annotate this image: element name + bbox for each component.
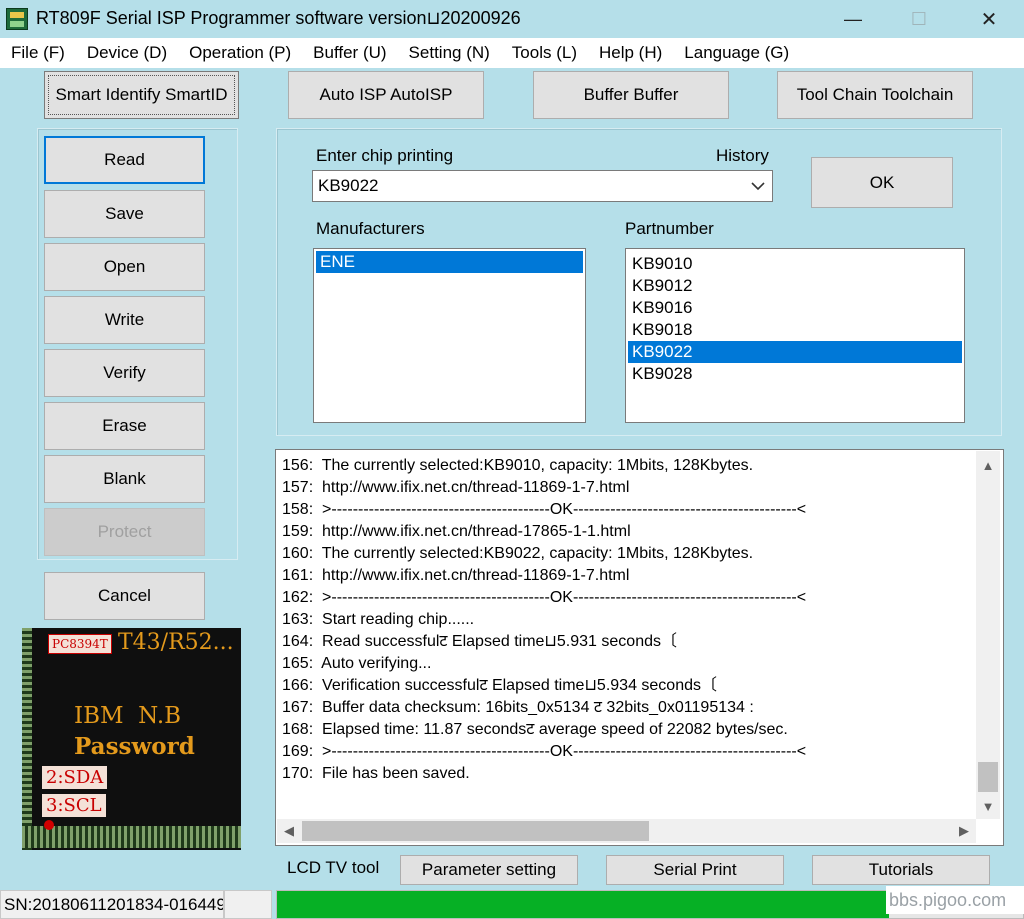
log-line: 165: Auto verifying... <box>282 655 432 672</box>
manufacturers-listbox[interactable]: ENE <box>313 248 586 423</box>
menu-device[interactable]: Device (D) <box>76 38 178 68</box>
minimize-button[interactable]: — <box>830 0 876 38</box>
log-line: 160: The currently selected:KB9022, capa… <box>282 545 754 562</box>
horizontal-scroll-thumb[interactable] <box>302 821 649 841</box>
smart-identify-button[interactable]: Smart Identify SmartID <box>44 71 239 119</box>
menu-help[interactable]: Help (H) <box>588 38 673 68</box>
menu-language[interactable]: Language (G) <box>673 38 800 68</box>
log-line: 156: The currently selected:KB9010, capa… <box>282 457 754 474</box>
save-button[interactable]: Save <box>44 190 205 238</box>
buffer-button[interactable]: Buffer Buffer <box>533 71 729 119</box>
open-button[interactable]: Open <box>44 243 205 291</box>
partnumber-item-selected[interactable]: KB9022 <box>628 341 962 363</box>
menu-bar: File (F) Device (D) Operation (P) Buffer… <box>0 38 1024 68</box>
scroll-right-icon[interactable]: ▶ <box>952 819 976 843</box>
chip-label-line2: Password <box>74 733 195 760</box>
chevron-down-icon[interactable] <box>750 178 766 194</box>
auto-isp-button[interactable]: Auto ISP AutoISP <box>288 71 484 119</box>
log-line: 168: Elapsed time: 11.87 secondsट averag… <box>282 721 788 738</box>
blank-button[interactable]: Blank <box>44 455 205 503</box>
tutorials-button[interactable]: Tutorials <box>812 855 990 885</box>
manufacturers-label: Manufacturers <box>316 219 425 238</box>
partnumber-item[interactable]: KB9010 <box>628 253 962 275</box>
log-line: 167: Buffer data checksum: 16bits_0x5134… <box>282 699 754 716</box>
close-button[interactable]: ✕ <box>966 0 1012 38</box>
log-line: 170: File has been saved. <box>282 765 470 782</box>
vertical-scroll-thumb[interactable] <box>978 762 998 792</box>
partnumber-item[interactable]: KB9018 <box>628 319 962 341</box>
maximize-button[interactable]: ☐ <box>896 0 942 38</box>
app-icon <box>6 8 28 30</box>
lcd-tv-tool-label: LCD TV tool <box>287 858 380 877</box>
log-output[interactable]: 156: The currently selected:KB9010, capa… <box>275 449 1004 846</box>
erase-button[interactable]: Erase <box>44 402 205 450</box>
scroll-left-icon[interactable]: ◀ <box>277 819 301 843</box>
log-line: 164: Read successfulट Elapsed time⊔5.931… <box>282 633 677 650</box>
history-label[interactable]: History <box>716 146 769 166</box>
chip-printing-combobox[interactable] <box>312 170 773 202</box>
chip-printing-value[interactable]: KB9022 <box>318 176 379 196</box>
serial-number-status: SN:20180611201834-016449 <box>0 890 224 919</box>
partnumber-label: Partnumber <box>625 219 714 238</box>
partnumber-item[interactable]: KB9016 <box>628 297 962 319</box>
menu-setting[interactable]: Setting (N) <box>398 38 501 68</box>
log-line: 158: >----------------------------------… <box>282 501 807 518</box>
menu-file[interactable]: File (F) <box>0 38 76 68</box>
pin1-marker <box>44 820 54 830</box>
log-line: 163: Start reading chip...... <box>282 611 475 628</box>
scroll-up-icon[interactable]: ▲ <box>976 453 1000 477</box>
cancel-button[interactable]: Cancel <box>44 572 205 620</box>
chip-label-line1: IBM N.B <box>74 703 182 729</box>
menu-buffer[interactable]: Buffer (U) <box>302 38 397 68</box>
partnumber-item[interactable]: KB9028 <box>628 363 962 385</box>
chip-pins-bottom <box>22 826 241 848</box>
log-line: 166: Verification successfulट Elapsed ti… <box>282 677 718 694</box>
serial-print-button[interactable]: Serial Print <box>606 855 784 885</box>
menu-tools[interactable]: Tools (L) <box>501 38 588 68</box>
log-line: 161: http://www.ifix.net.cn/thread-11869… <box>282 567 630 584</box>
pin-sda-label: 2:SDA <box>42 766 108 789</box>
log-line: 157: http://www.ifix.net.cn/thread-11869… <box>282 479 630 496</box>
log-line: 159: http://www.ifix.net.cn/thread-17865… <box>282 523 631 540</box>
parameter-setting-button[interactable]: Parameter setting <box>400 855 578 885</box>
protect-button[interactable]: Protect <box>44 508 205 556</box>
watermark: bbs.pigoo.com <box>886 886 1024 914</box>
manufacturer-item[interactable]: ENE <box>316 251 583 273</box>
read-button[interactable]: Read <box>44 136 205 184</box>
partnumber-item[interactable]: KB9012 <box>628 275 962 297</box>
pin-scl-label: 3:SCL <box>42 794 106 817</box>
write-button[interactable]: Write <box>44 296 205 344</box>
status-panel <box>224 890 272 919</box>
progress-bar-fill <box>277 891 889 918</box>
log-line: 162: >----------------------------------… <box>282 589 807 606</box>
tool-chain-button[interactable]: Tool Chain Toolchain <box>777 71 973 119</box>
chip-model-text: T43/R52... <box>118 630 234 655</box>
scroll-down-icon[interactable]: ▼ <box>976 794 1000 818</box>
ok-button[interactable]: OK <box>811 157 953 208</box>
partnumber-listbox[interactable]: KB9010 KB9012 KB9016 KB9018 KB9022 KB902… <box>625 248 965 423</box>
log-line: 169: >----------------------------------… <box>282 743 807 760</box>
window-title: RT809F Serial ISP Programmer software ve… <box>36 8 521 28</box>
chip-pins-left <box>22 628 32 850</box>
enter-chip-label: Enter chip printing <box>316 146 454 165</box>
verify-button[interactable]: Verify <box>44 349 205 397</box>
menu-operation[interactable]: Operation (P) <box>178 38 302 68</box>
chip-part-badge: PC8394T <box>48 634 112 654</box>
